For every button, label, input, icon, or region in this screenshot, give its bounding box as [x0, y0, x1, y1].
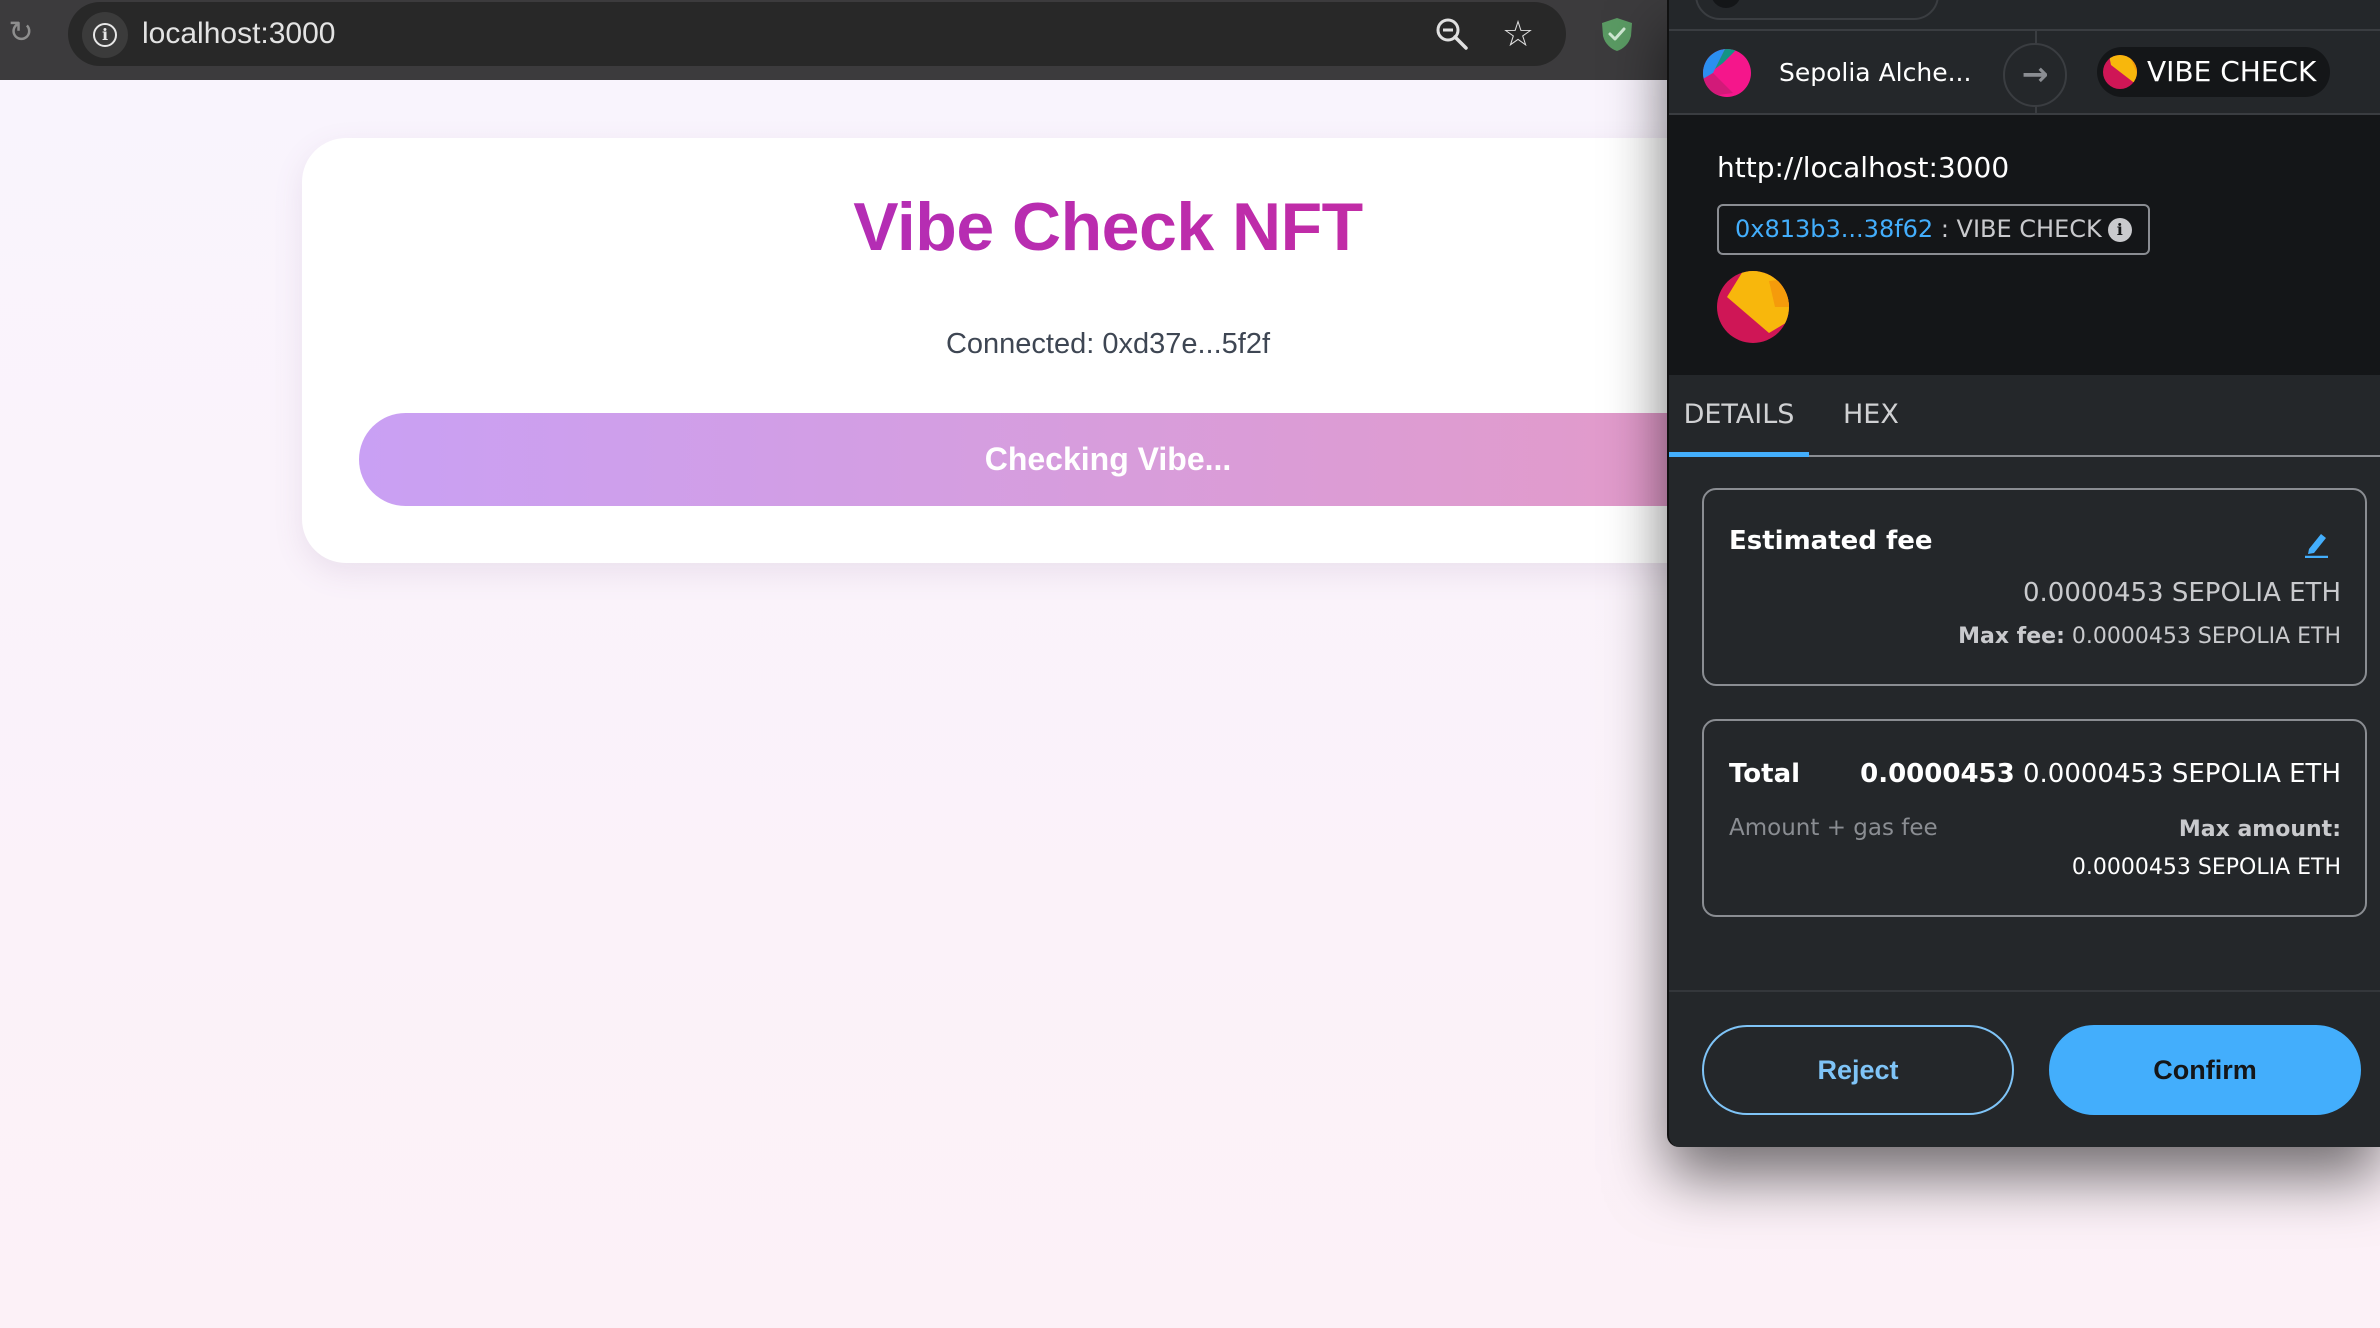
max-fee-label: Max fee:	[1958, 624, 2065, 649]
total-value: 0.0000453 0.0000453 SEPOLIA ETH	[1860, 759, 2341, 789]
confirm-button[interactable]: Confirm	[2049, 1025, 2361, 1115]
network-selector[interactable]: S Scroll Devnet	[1695, 0, 1939, 20]
total-box: Total 0.0000453 0.0000453 SEPOLIA ETH Am…	[1702, 719, 2367, 917]
address-bar[interactable]: i localhost:3000 ☆	[68, 2, 1566, 66]
browser-toolbar: ↻ i localhost:3000 ☆	[0, 0, 1667, 80]
url-text[interactable]: localhost:3000	[142, 2, 335, 66]
active-tab-indicator	[1669, 452, 1809, 457]
estimated-fee-label: Estimated fee	[1729, 526, 1933, 556]
tab-hex[interactable]: HEX	[1843, 375, 1899, 455]
arrow-right-icon: →	[2003, 43, 2067, 107]
max-fee-value: 0.0000453 SEPOLIA ETH	[2071, 624, 2341, 649]
max-amount-value: 0.0000453 SEPOLIA ETH	[2071, 855, 2341, 880]
sender-recipient-row: Sepolia Alche... → VIBE CHECK	[1669, 31, 2380, 115]
footer-divider	[1669, 990, 2380, 992]
network-name: Scroll Devnet	[1759, 0, 1933, 6]
check-vibe-button[interactable]: Checking Vibe...	[359, 413, 1857, 506]
recipient-pill[interactable]: VIBE CHECK	[2097, 47, 2330, 97]
star-icon[interactable]: ☆	[1498, 14, 1538, 54]
edit-pencil-icon[interactable]	[2301, 528, 2331, 558]
contract-identicon-icon	[2103, 55, 2137, 89]
network-header: S Scroll Devnet	[1669, 0, 2380, 31]
info-icon[interactable]: i	[2107, 218, 2132, 242]
request-origin: http://localhost:3000	[1717, 151, 2010, 184]
contract-separator: :	[1933, 215, 1957, 243]
contract-name: VIBE CHECK	[1956, 215, 2102, 243]
recipient-name: VIBE CHECK	[2147, 55, 2317, 88]
account-name: Sepolia Alche...	[1779, 58, 1972, 87]
reload-icon[interactable]: ↻	[4, 16, 38, 50]
contract-avatar-icon	[1717, 271, 1789, 343]
reject-button[interactable]: Reject	[1702, 1025, 2014, 1115]
total-sub-label: Amount + gas fee	[1729, 815, 1938, 841]
estimated-fee-box: Estimated fee 0.0000453 SEPOLIA ETH Max …	[1702, 488, 2367, 686]
site-info-button[interactable]: i	[82, 12, 128, 58]
max-amount-label: Max amount:	[2178, 817, 2341, 842]
origin-section: http://localhost:3000 0x813b3...38f62 : …	[1669, 115, 2380, 375]
metamask-popup: S Scroll Devnet Sepolia Alche... →	[1667, 0, 2380, 1147]
estimated-fee-value: 0.0000453 SEPOLIA ETH	[2022, 578, 2341, 608]
zoom-out-icon[interactable]	[1434, 16, 1470, 52]
total-full-value: 0.0000453 SEPOLIA ETH	[2022, 759, 2341, 789]
info-icon: i	[93, 23, 117, 47]
account-avatar-icon	[1703, 49, 1751, 97]
contract-info[interactable]: 0x813b3...38f62 : VIBE CHECK i	[1717, 204, 2150, 255]
tab-bar: DETAILS HEX	[1669, 375, 2380, 457]
contract-address[interactable]: 0x813b3...38f62	[1735, 215, 1933, 243]
network-badge: S	[1711, 0, 1741, 8]
max-fee: Max fee: 0.0000453 SEPOLIA ETH	[1958, 624, 2341, 649]
tab-details[interactable]: DETAILS	[1669, 375, 1809, 455]
total-bold-value: 0.0000453	[1860, 759, 2015, 789]
shield-check-icon[interactable]	[1600, 16, 1634, 52]
total-label: Total	[1729, 759, 1801, 789]
